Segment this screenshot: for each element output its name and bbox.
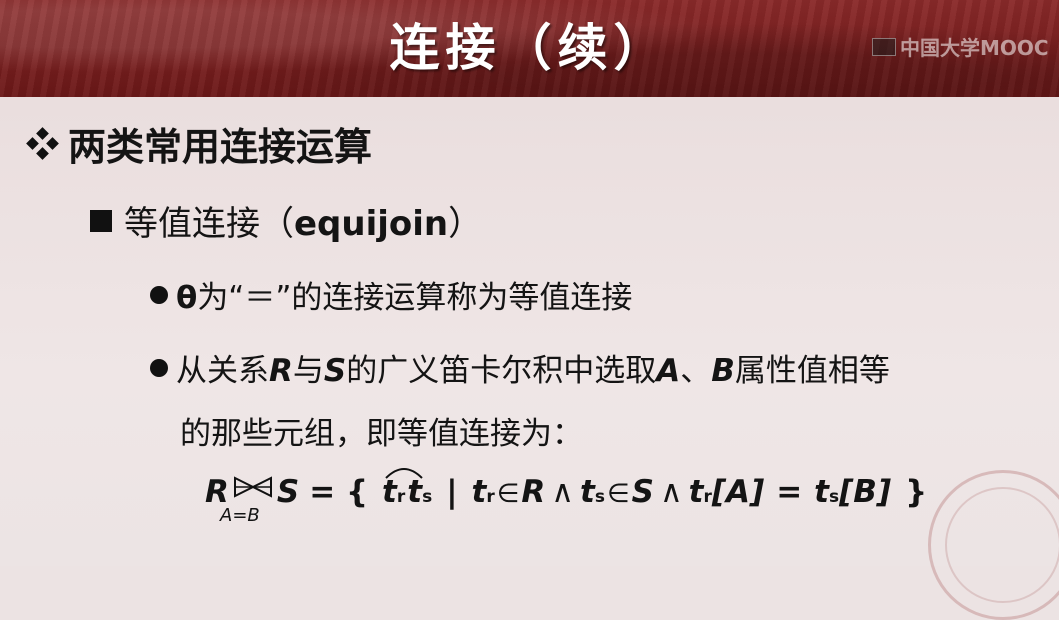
cond-sub-s: s (594, 487, 605, 507)
attr-sub-s: s (829, 487, 840, 507)
def-relation-r: R (269, 353, 293, 389)
in-symbol-2: ∈ (606, 479, 630, 509)
sub-r: r (396, 487, 406, 507)
formula-bar: | (446, 474, 458, 510)
cond-relation-s: S (631, 474, 654, 510)
equijoin-formula: R S = { trts | tr ∈ R ∧ ts ∈ S ∧ t r [A] =… (205, 468, 928, 510)
diamond-bullet-icon (26, 126, 59, 160)
bullet2-en: equijoin (294, 204, 449, 244)
def-text-c: 的广义笛卡尔积中选取 (346, 353, 657, 389)
cond-ts: t (580, 474, 595, 510)
slide-header: 连接（续） 中国大学MOOC (0, 0, 1059, 97)
and-symbol-2: ∧ (659, 474, 683, 510)
def-text-d: 、 (680, 353, 712, 389)
bullet-level3-theta: θ为“＝”的连接运算称为等值连接 (150, 272, 632, 317)
definition-continuation: 的那些元组，即等值连接为： (180, 416, 583, 452)
cond-sub-r: r (486, 487, 495, 507)
attr-ts: t (814, 474, 829, 510)
attr-b: [B] (839, 474, 892, 510)
attr-tr: t (688, 474, 704, 510)
theta-symbol: θ (176, 280, 198, 316)
def-relation-s: S (323, 353, 347, 389)
in-symbol-1: ∈ (496, 479, 520, 509)
def-text-e: 属性值相等 (734, 353, 890, 389)
def-text-b: 与 (292, 353, 324, 389)
bullet-level2: 等值连接（equijoin） (90, 196, 482, 245)
join-condition: A=B (220, 505, 260, 526)
mooc-logo-icon (872, 37, 896, 56)
bullet-level3-definition: 从关系R与S的广义笛卡尔积中选取A、B属性值相等 (150, 345, 890, 390)
dot-bullet-icon (150, 285, 168, 304)
watermark-text: 中国大学MOOC (900, 36, 1049, 60)
square-bullet-icon (90, 209, 112, 232)
concat-tuple: trts (382, 468, 433, 510)
formula-equals: = (776, 474, 803, 510)
bullet1-text: 两类常用连接运算 (68, 125, 373, 169)
def-text-a: 从关系 (176, 353, 269, 389)
bullet2-cn: 等值连接（ (124, 204, 294, 244)
attr-a: [A] (711, 474, 765, 510)
sub-s: s (422, 487, 433, 507)
and-symbol-1: ∧ (551, 474, 574, 510)
university-seal-icon (928, 470, 1059, 620)
concat-arc-icon (385, 468, 423, 479)
cond-tr: t (471, 474, 487, 510)
def-attr-a: A (656, 353, 681, 389)
attr-sub-r: r (703, 487, 712, 507)
mooc-watermark: 中国大学MOOC (872, 32, 1049, 61)
bowtie-join-icon (231, 472, 275, 502)
formula-close: } (905, 474, 928, 510)
dot-bullet-icon (150, 358, 168, 377)
formula-eq-open: = { (309, 474, 369, 510)
def-attr-b: B (711, 353, 735, 389)
cond-relation-r: R (521, 474, 546, 510)
bullet-level1: 两类常用连接运算 (26, 116, 373, 171)
formula-right-relation: S (276, 474, 300, 510)
theta-definition: 为“＝”的连接运算称为等值连接 (197, 280, 633, 316)
bullet2-close: ） (448, 204, 483, 244)
